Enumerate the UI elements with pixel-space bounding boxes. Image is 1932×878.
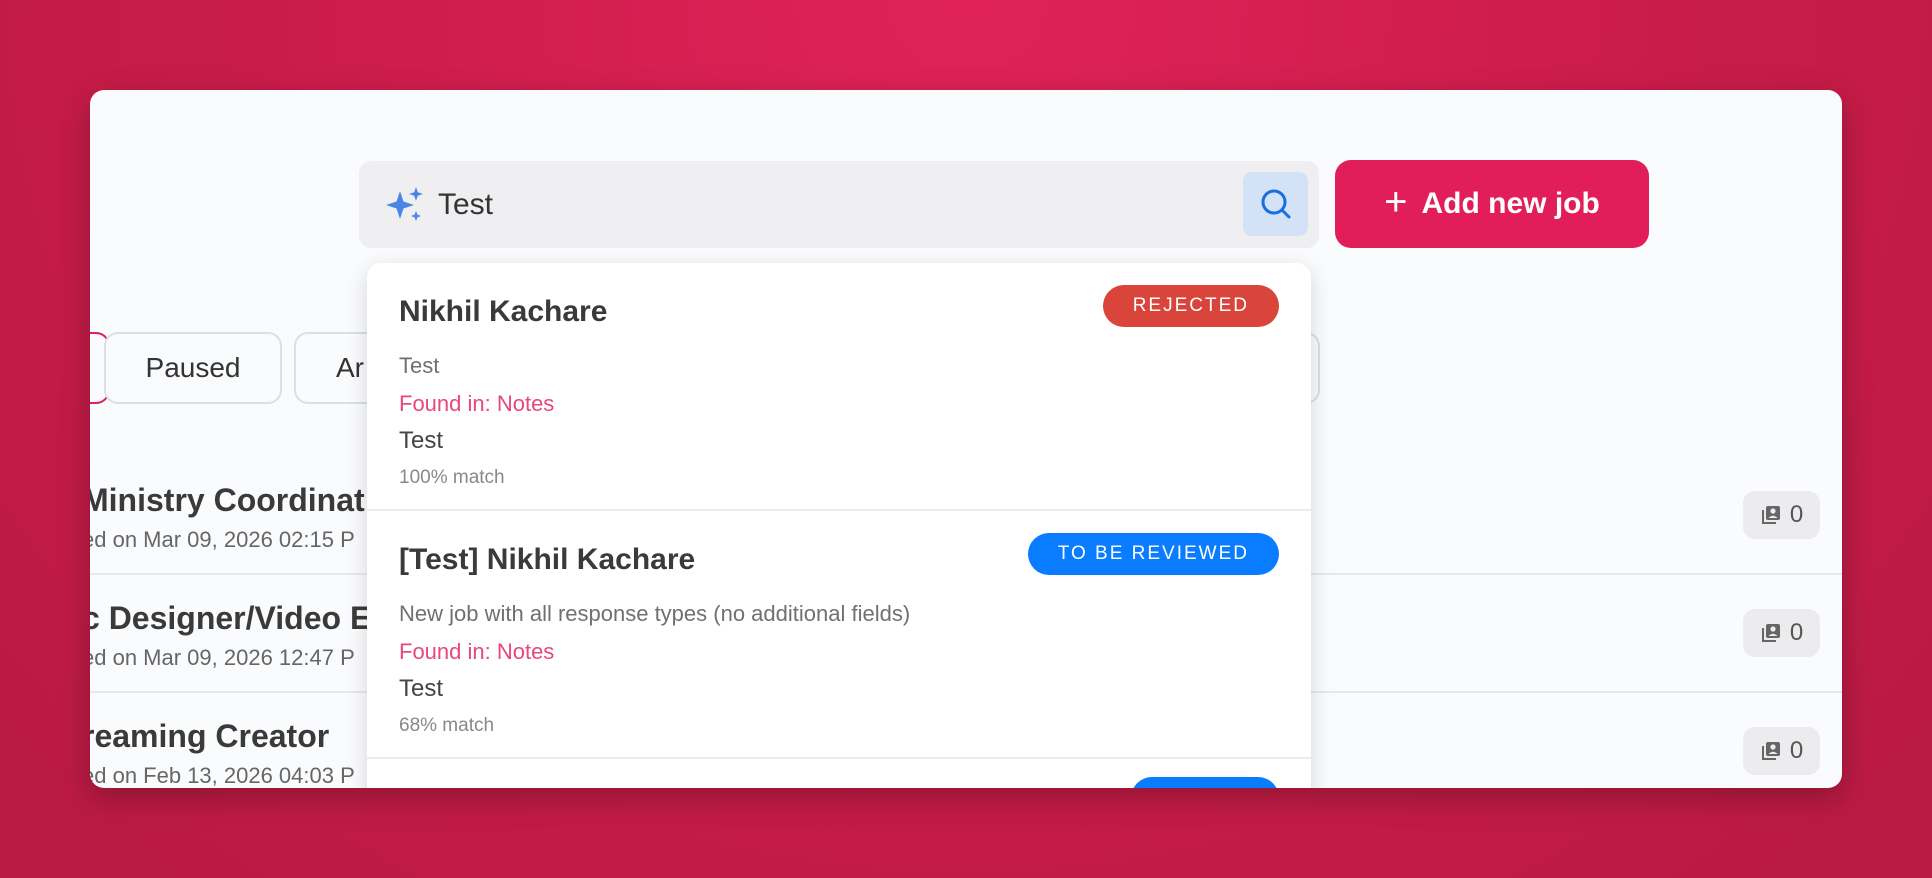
result-found-in: Found in: Notes <box>399 639 555 664</box>
add-new-job-button[interactable]: + Add new job <box>1335 160 1649 248</box>
candidate-count-badge[interactable]: 0 <box>1743 609 1820 657</box>
sparkle-icon <box>386 187 423 221</box>
result-job-title: Test <box>399 353 440 378</box>
result-match-score: 100% match <box>399 467 505 488</box>
status-badge: REJECTED <box>1102 285 1279 327</box>
search-input[interactable]: Test <box>359 161 1319 248</box>
candidates-icon <box>1761 506 1780 524</box>
candidate-name: [Test] Nikhil Kachare <box>399 543 696 576</box>
search-result-item[interactable]: [Test] Nikhil Kachare TO BE REVIEWED New… <box>367 511 1311 759</box>
status-badge <box>1131 777 1279 788</box>
candidate-count: 0 <box>1789 501 1804 528</box>
job-title: c Designer/Video E <box>90 600 372 636</box>
add-new-job-label: Add new job <box>1421 187 1600 220</box>
candidate-count: 0 <box>1789 619 1804 646</box>
candidate-name: Nikhil Kachare <box>399 295 608 328</box>
search-result-item[interactable]: Nikhil Kachare REJECTED Test Found in: N… <box>367 263 1311 511</box>
candidate-count: 0 <box>1789 737 1804 764</box>
search-results-dropdown: Nikhil Kachare REJECTED Test Found in: N… <box>367 263 1311 788</box>
result-snippet: Test <box>399 427 444 454</box>
filter-chip-label: Paused <box>145 352 241 383</box>
search-icon <box>1261 189 1290 219</box>
status-badge: TO BE REVIEWED <box>1027 533 1279 575</box>
plus-icon: + <box>1384 180 1408 224</box>
result-found-in: Found in: Notes <box>399 391 555 416</box>
filter-chip-label: Ar <box>336 352 364 383</box>
candidates-icon <box>1761 624 1780 642</box>
filter-chip-paused[interactable]: Paused <box>104 332 282 404</box>
candidate-count-badge[interactable]: 0 <box>1743 491 1820 539</box>
job-title: Ministry Coordinat <box>90 482 365 518</box>
job-posted-date: ed on Feb 13, 2026 04:03 P <box>90 763 355 788</box>
job-title: reaming Creator <box>90 718 330 754</box>
job-posted-date: ed on Mar 09, 2026 02:15 P <box>90 527 355 552</box>
app-window: Paused Ar Ministry Coordinat ed on Mar 0… <box>90 90 1842 788</box>
candidates-icon <box>1761 742 1780 760</box>
search-query: Test <box>438 188 494 221</box>
result-job-title: New job with all response types (no addi… <box>399 601 911 626</box>
result-snippet: Test <box>399 675 444 702</box>
job-posted-date: ed on Mar 09, 2026 12:47 P <box>90 645 355 670</box>
result-match-score: 68% match <box>399 715 495 736</box>
candidate-count-badge[interactable]: 0 <box>1743 727 1820 775</box>
search-button[interactable] <box>1243 172 1308 236</box>
